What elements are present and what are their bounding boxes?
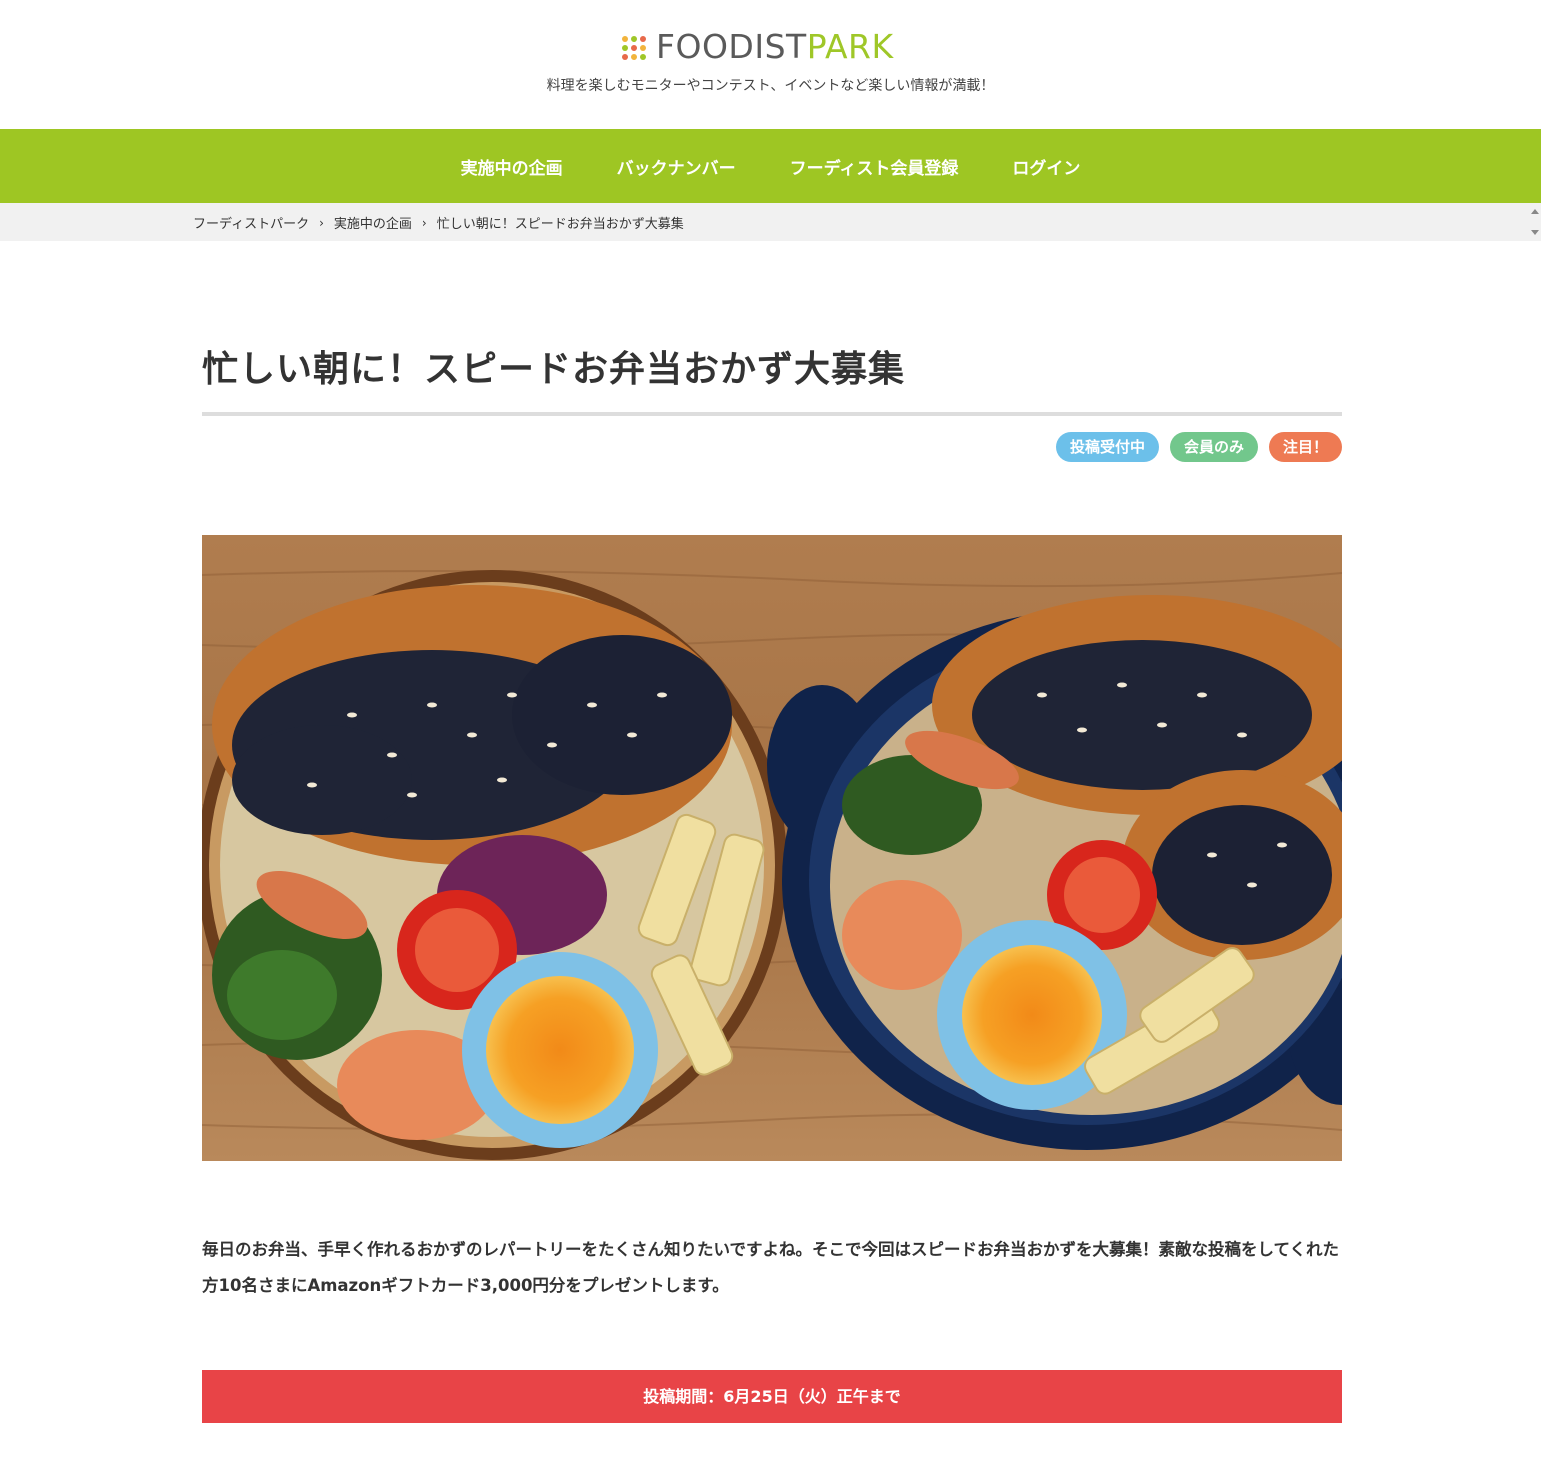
breadcrumb-item-current-page: 忙しい朝に！スピードお弁当おかず大募集 (436, 217, 684, 232)
scroll-down-arrow-icon[interactable] (1531, 230, 1539, 235)
nav-item-back-number[interactable]: バックナンバー (590, 154, 763, 179)
nav-item-login[interactable]: ログイン (985, 154, 1107, 179)
lead-text: 毎日のお弁当、手早く作れるおかずのレパートリーをたくさん知りたいですよね。そこで… (202, 1240, 1340, 1295)
scroll-up-arrow-icon[interactable] (1531, 209, 1539, 214)
breadcrumb-bar: フーディストパーク › 実施中の企画 › 忙しい朝に！スピードお弁当おかず大募集 (0, 203, 1541, 241)
nav-item-current-projects[interactable]: 実施中の企画 (434, 154, 590, 179)
site-header: FOODISTPARK 料理を楽しむモニターやコンテスト、イベントなど楽しい情報… (0, 0, 1541, 129)
badge-members-only: 会員のみ (1169, 432, 1258, 462)
nav-list: 実施中の企画 バックナンバー フーディスト会員登録 ログイン (0, 129, 1541, 203)
global-nav: 実施中の企画 バックナンバー フーディスト会員登録 ログイン (0, 129, 1541, 203)
grid-dots-icon (622, 36, 646, 60)
breadcrumb-item-current-projects[interactable]: 実施中の企画 (334, 213, 412, 232)
submission-period-banner: 投稿期間：6月25日（火）正午まで (202, 1370, 1342, 1423)
badge-accepting-posts: 投稿受付中 (1055, 432, 1159, 462)
breadcrumb-separator: › (421, 215, 427, 230)
nav-item-member-register[interactable]: フーディスト会員登録 (763, 154, 986, 179)
status-badges: 投稿受付中 会員のみ 注目！ (1055, 432, 1342, 462)
page-title: 忙しい朝に！スピードお弁当おかず大募集 (202, 349, 906, 390)
logo-word-park: PARK (806, 27, 894, 66)
title-divider (202, 412, 1342, 416)
breadcrumb: フーディストパーク › 実施中の企画 › 忙しい朝に！スピードお弁当おかず大募集 (193, 213, 684, 233)
logo-text: FOODISTPARK (656, 28, 894, 66)
site-tagline: 料理を楽しむモニターやコンテスト、イベントなど楽しい情報が満載！ (546, 78, 995, 94)
site-logo[interactable]: FOODISTPARK (622, 28, 894, 66)
breadcrumb-item-home[interactable]: フーディストパーク (193, 213, 309, 232)
scrollbar[interactable] (1529, 203, 1541, 241)
breadcrumb-separator: › (319, 215, 324, 230)
badge-featured: 注目！ (1268, 432, 1342, 462)
logo-word-foodist: FOODIST (656, 27, 807, 66)
hero-image-bento (202, 535, 1342, 1161)
